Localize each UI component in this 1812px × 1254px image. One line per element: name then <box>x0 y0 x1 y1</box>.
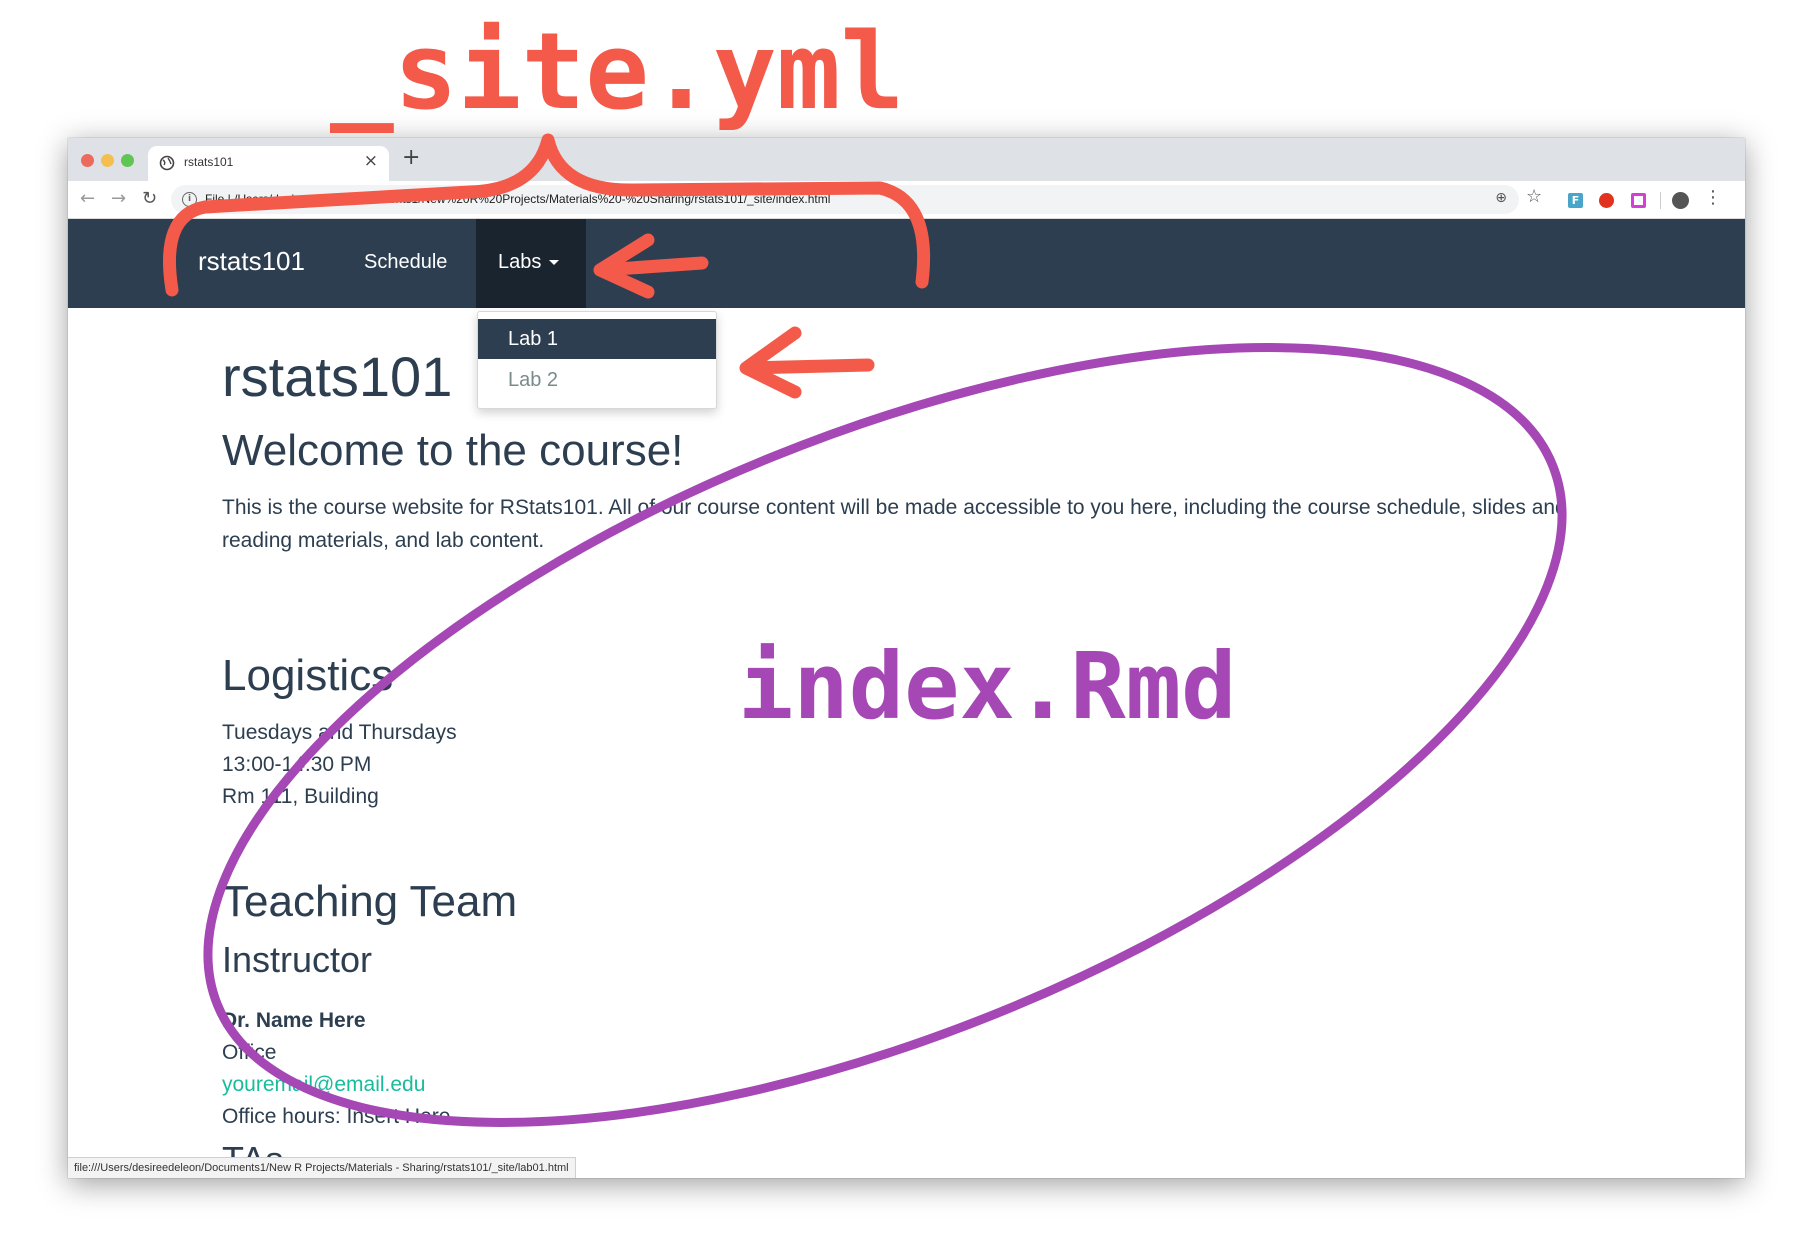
nav-labs-dropdown-toggle[interactable]: Labs <box>476 219 586 308</box>
instructor-details: Dr. Name Here Office youremail@email.edu… <box>222 1005 450 1133</box>
address-bar[interactable]: i File | /Users/desireedeleon/Documents1… <box>171 185 1519 214</box>
extension-square-icon[interactable] <box>1631 193 1646 208</box>
instructor-office-hours: Office hours: Insert Here <box>222 1105 451 1128</box>
site-navbar: rstats101 Schedule Labs <box>68 219 1745 308</box>
zoom-icon[interactable]: ⊕ <box>1495 190 1507 206</box>
web-page: rstats101 Schedule Labs rstats101 Welcom… <box>68 219 1745 1178</box>
account-icon[interactable] <box>1672 192 1689 209</box>
toolbar-divider <box>1660 192 1661 209</box>
intro-paragraph: This is the course website for RStats101… <box>222 496 1567 552</box>
instructor-office: Office <box>222 1041 277 1064</box>
page-title: rstats101 <box>222 345 453 408</box>
teaching-team-heading: Teaching Team <box>222 877 518 926</box>
nav-schedule[interactable]: Schedule <box>364 251 447 274</box>
logistics-details: Tuesdays and Thursdays 13:00-14:30 PM Rm… <box>222 717 457 813</box>
nav-labs[interactable]: Labs <box>498 251 560 274</box>
address-url[interactable]: File | /Users/desireedeleon/Documents1/N… <box>205 192 830 206</box>
browser-window: rstats101 × + ← → ↻ i File | /Users/desi… <box>68 138 1745 1178</box>
site-yml-annotation: _site.yml <box>330 10 904 133</box>
globe-icon <box>159 155 175 171</box>
tab-strip: rstats101 × + <box>68 138 1745 181</box>
reload-icon[interactable]: ↻ <box>142 188 157 209</box>
browser-menu-icon[interactable]: ⋮ <box>1704 187 1722 208</box>
close-window-button[interactable] <box>81 154 94 167</box>
labs-dropdown-menu: Lab 1 Lab 2 <box>477 311 717 409</box>
extension-shield-icon[interactable] <box>1599 193 1614 208</box>
close-tab-icon[interactable]: × <box>364 151 378 171</box>
extension-f-icon[interactable]: F <box>1568 193 1583 208</box>
maximize-window-button[interactable] <box>121 154 134 167</box>
instructor-name: Dr. Name Here <box>222 1009 366 1032</box>
instructor-heading: Instructor <box>222 939 373 980</box>
instructor-email-link[interactable]: youremail@email.edu <box>222 1073 425 1096</box>
dropdown-item-lab-1[interactable]: Lab 1 <box>478 319 716 359</box>
link-status-bar: file:///Users/desireedeleon/Documents1/N… <box>68 1157 576 1178</box>
minimize-window-button[interactable] <box>101 154 114 167</box>
new-tab-icon[interactable]: + <box>402 145 420 170</box>
logistics-days: Tuesdays and Thursdays <box>222 721 457 744</box>
tab-title: rstats101 <box>184 155 234 169</box>
bookmark-star-icon[interactable]: ☆ <box>1526 186 1542 207</box>
site-brand[interactable]: rstats101 <box>198 246 305 277</box>
logistics-time: 13:00-14:30 PM <box>222 753 372 776</box>
browser-toolbar: ← → ↻ i File | /Users/desireedeleon/Docu… <box>68 181 1745 219</box>
back-icon[interactable]: ← <box>80 188 95 209</box>
info-icon[interactable]: i <box>182 192 197 207</box>
logistics-room: Rm 111, Building <box>222 785 379 808</box>
browser-tab[interactable]: rstats101 × <box>148 146 389 181</box>
forward-icon[interactable]: → <box>111 188 126 209</box>
dropdown-item-lab-2[interactable]: Lab 2 <box>478 360 716 400</box>
welcome-heading: Welcome to the course! <box>222 426 684 475</box>
logistics-heading: Logistics <box>222 651 394 700</box>
caret-down-icon <box>549 260 560 266</box>
nav-labs-label: Labs <box>498 251 542 273</box>
